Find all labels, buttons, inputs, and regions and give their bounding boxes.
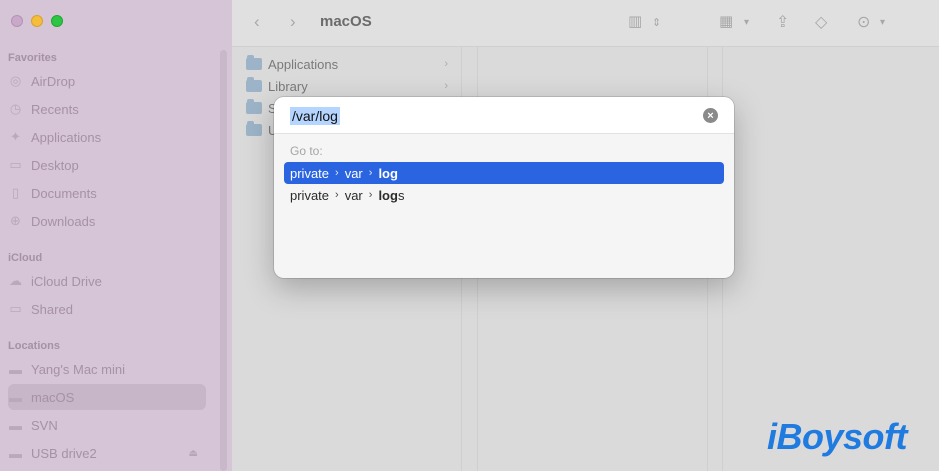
share-icon[interactable]: ⇪ [776, 12, 789, 32]
forward-icon[interactable]: › [290, 12, 296, 32]
sidebar-item-svn[interactable]: ▬ SVN [8, 412, 206, 438]
sidebar: Favorites ◎ AirDrop ◷ Recents ✦ Application… [0, 0, 232, 471]
folder-icon [246, 55, 262, 70]
path-segment: var [344, 165, 363, 181]
sidebar-item-label: SVN [31, 417, 58, 433]
cloud-icon: ☁ [9, 273, 22, 288]
sidebar-item-label: Documents [31, 185, 97, 201]
chevron-right-icon: › [335, 167, 339, 179]
computer-icon: ▬ [9, 361, 22, 377]
view-options-chevron-icon[interactable]: ⇕ [652, 16, 661, 29]
sidebar-item-usb-drive2[interactable]: ▬ USB drive2 ⏏ [8, 440, 206, 466]
toolbar: ‹ › macOS ▥ ⇕ ▦ ▾ ⇪ ◇ ⊙ ▾ [232, 0, 939, 47]
sidebar-item-downloads[interactable]: ⊕ Downloads [8, 208, 206, 234]
close-icon: × [707, 109, 714, 122]
sidebar-item-label: AirDrop [31, 73, 76, 89]
disk-icon: ▬ [9, 389, 22, 405]
sidebar-item-label: USB drive2 [31, 445, 97, 461]
sidebar-item-applications[interactable]: ✦ Applications [8, 124, 206, 150]
sidebar-item-mac-mini[interactable]: ▬ Yang's Mac mini [8, 356, 206, 382]
more-actions-icon[interactable]: ⊙ [857, 12, 870, 32]
clear-input-button[interactable]: × [703, 108, 718, 123]
path-suggestion[interactable]: private › var › log s [284, 184, 724, 206]
download-icon: ⊕ [10, 213, 21, 228]
back-icon[interactable]: ‹ [254, 12, 260, 32]
path-suggestion[interactable]: private › var › log [284, 162, 724, 184]
minimize-window-button[interactable] [31, 15, 43, 27]
applications-icon: ✦ [10, 129, 21, 144]
sidebar-header-icloud: iCloud [8, 252, 43, 264]
desktop-icon: ▭ [9, 157, 22, 172]
chevron-right-icon: › [368, 189, 373, 201]
disk-icon: ▬ [9, 445, 22, 461]
shared-folder-icon: ▭ [9, 301, 22, 316]
chevron-right-icon: › [444, 80, 448, 92]
sidebar-item-label: Downloads [31, 213, 96, 229]
path-input-row: /var/log × [274, 97, 734, 134]
chevron-down-icon[interactable]: ▾ [880, 17, 885, 28]
folder-icon [246, 99, 262, 114]
path-input[interactable]: /var/log [290, 107, 340, 125]
folder-name: Library [268, 78, 308, 94]
sidebar-item-label: Yang's Mac mini [31, 361, 125, 377]
chevron-right-icon: › [335, 189, 339, 201]
group-icon[interactable]: ▦ [719, 12, 733, 30]
sidebar-item-label: Recents [31, 101, 79, 117]
sidebar-item-macos[interactable]: ▬ macOS [8, 384, 206, 410]
sidebar-item-shared[interactable]: ▭ Shared [8, 296, 206, 322]
zoom-window-button[interactable] [51, 15, 63, 27]
document-icon: ▯ [11, 185, 20, 200]
go-to-folder-dialog: /var/log × Go to: private › var › log pr… [274, 97, 734, 278]
chevron-down-icon[interactable]: ▾ [744, 17, 749, 28]
tag-icon[interactable]: ◇ [815, 12, 827, 32]
sidebar-item-label: iCloud Drive [31, 273, 102, 289]
goto-label: Go to: [290, 144, 323, 158]
folder-name: Applications [268, 56, 339, 72]
sidebar-item-recents[interactable]: ◷ Recents [8, 96, 206, 122]
disk-icon: ▬ [9, 417, 22, 433]
airdrop-icon: ◎ [9, 73, 22, 88]
path-suffix: s [397, 187, 405, 203]
folder-icon [246, 77, 262, 92]
chevron-right-icon: › [444, 58, 448, 70]
sidebar-item-label: Applications [31, 129, 102, 145]
list-item[interactable]: Applications › [246, 53, 450, 75]
brand-watermark: iBoysoft [767, 416, 908, 457]
sidebar-header-locations: Locations [8, 340, 60, 352]
path-match: log [378, 165, 398, 181]
eject-icon[interactable]: ⏏ [189, 448, 198, 459]
path-segment: private [290, 165, 330, 181]
sidebar-item-label: macOS [31, 389, 75, 405]
path-segment: private [290, 187, 330, 203]
close-window-button[interactable] [11, 15, 23, 27]
folder-icon [246, 121, 262, 136]
path-segment: var [344, 187, 363, 203]
sidebar-item-label: Desktop [31, 157, 79, 173]
window-controls [11, 15, 63, 27]
clock-icon: ◷ [9, 101, 22, 116]
sidebar-item-airdrop[interactable]: ◎ AirDrop [8, 68, 206, 94]
window-title: macOS [320, 13, 372, 30]
column-view-icon[interactable]: ▥ [628, 12, 642, 30]
list-item[interactable]: Library › [246, 75, 450, 97]
sidebar-item-label: Shared [31, 301, 73, 317]
sidebar-item-documents[interactable]: ▯ Documents [8, 180, 206, 206]
sidebar-item-icloud-drive[interactable]: ☁ iCloud Drive [8, 268, 206, 294]
sidebar-scrollbar[interactable] [220, 50, 227, 471]
sidebar-header-favorites: Favorites [8, 52, 57, 64]
chevron-right-icon: › [368, 167, 373, 179]
sidebar-item-desktop[interactable]: ▭ Desktop [8, 152, 206, 178]
path-match: log [378, 187, 398, 203]
